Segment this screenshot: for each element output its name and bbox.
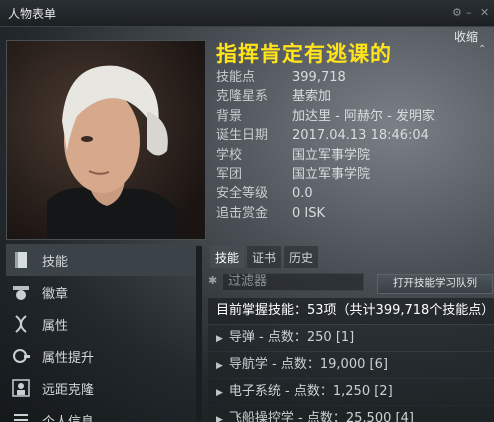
- book-icon: [10, 250, 32, 270]
- tab-bar: 技能 证书 历史: [210, 246, 321, 268]
- open-skill-queue-button[interactable]: 打开技能学习队列: [377, 274, 493, 294]
- info-value[interactable]: 国立军事学院: [292, 146, 370, 165]
- info-label: 背景: [216, 108, 243, 124]
- info-value[interactable]: 国立军事学院: [292, 165, 370, 184]
- info-label: 安全等级: [216, 186, 269, 202]
- window-title: 人物表单: [8, 7, 57, 21]
- sidebar-item-skills[interactable]: 技能: [6, 244, 198, 276]
- list-item[interactable]: ▶ 导弹 - 点数：250 [1]: [208, 325, 494, 351]
- info-value: 2017.04.13 18:46:04: [292, 128, 429, 144]
- info-value: 399,718: [292, 70, 346, 85]
- chevron-up-icon[interactable]: ⌃: [478, 44, 486, 55]
- clone-icon: [10, 378, 32, 398]
- close-icon[interactable]: ✕: [480, 6, 489, 19]
- implant-icon: [10, 346, 32, 366]
- sidebar-item-label: 远距克隆: [42, 382, 95, 398]
- info-row-corporation: 军团 国立军事学院: [216, 165, 435, 184]
- sidebar-item-label: 属性提升: [42, 350, 95, 366]
- filter-input[interactable]: 过滤器: [222, 273, 364, 291]
- info-row-clone-system: 克隆星系 基索加: [216, 87, 435, 106]
- gear-icon[interactable]: ✱: [208, 274, 217, 287]
- minimize-icon[interactable]: –: [466, 6, 472, 19]
- info-row-birthdate: 诞生日期 2017.04.13 18:46:04: [216, 126, 435, 145]
- settings-icon[interactable]: ⚙: [452, 6, 462, 19]
- sidebar-item-jump-clones[interactable]: 远距克隆: [6, 372, 198, 404]
- expand-triangle-icon: ▶: [216, 388, 223, 398]
- info-row-security-status: 安全等级 0.0: [216, 184, 435, 203]
- sidebar-item-label: 属性: [42, 318, 69, 334]
- expand-triangle-icon: ▶: [216, 415, 223, 422]
- list-item-label: 飞船操控学 - 点数：25,500 [4]: [228, 411, 414, 422]
- expand-triangle-icon: ▶: [216, 361, 223, 371]
- info-label: 军团: [216, 167, 243, 183]
- list-item-label: 导航学 - 点数：19,000 [6]: [228, 357, 388, 372]
- character-sheet-window: 人物表单 ⚙ – ✕ 收缩 ⌃ 指挥肯定有逃课的 技能点 399,718 克隆星…: [0, 0, 494, 422]
- list-item[interactable]: ▶ 飞船操控学 - 点数：25,500 [4]: [208, 406, 494, 422]
- info-label: 诞生日期: [216, 128, 269, 144]
- info-value: 加达里 - 阿赫尔 - 发明家: [292, 108, 435, 124]
- sidebar: 技能 徽章 属性 属性提升 远距克隆 个人信息: [6, 244, 198, 422]
- info-label: 克隆星系: [216, 89, 269, 105]
- sidebar-item-personal-info[interactable]: 个人信息: [6, 404, 198, 422]
- info-icon: [10, 410, 32, 422]
- info-label: 追击赏金: [216, 205, 269, 221]
- title-bar[interactable]: 人物表单 ⚙ – ✕: [0, 0, 494, 27]
- sidebar-item-augmentations[interactable]: 属性提升: [6, 340, 198, 372]
- collapse-button[interactable]: 收缩: [454, 28, 478, 45]
- info-label: 技能点: [216, 70, 256, 85]
- info-value[interactable]: 基索加: [292, 87, 331, 106]
- skills-summary: 目前掌握技能：53项（共计399,718个技能点）: [208, 298, 494, 324]
- info-row-skillpoints: 技能点 399,718: [216, 68, 435, 87]
- sidebar-item-attributes[interactable]: 属性: [6, 308, 198, 340]
- info-row-bounty: 追击赏金 0 ISK: [216, 204, 435, 223]
- info-value: 0.0: [292, 186, 313, 202]
- tab-history[interactable]: 历史: [284, 246, 319, 268]
- sidebar-item-medals[interactable]: 徽章: [6, 276, 198, 308]
- character-portrait: [6, 40, 206, 240]
- skills-list: 目前掌握技能：53项（共计399,718个技能点） ▶ 导弹 - 点数：250 […: [208, 298, 494, 422]
- list-item-label: 电子系统 - 点数：1,250 [2]: [228, 384, 393, 399]
- info-row-background: 背景 加达里 - 阿赫尔 - 发明家: [216, 107, 435, 126]
- list-item[interactable]: ▶ 电子系统 - 点数：1,250 [2]: [208, 379, 494, 405]
- character-name: 指挥肯定有逃课的: [216, 42, 392, 66]
- sidebar-item-label: 徽章: [42, 286, 69, 302]
- character-info: 技能点 399,718 克隆星系 基索加 背景 加达里 - 阿赫尔 - 发明家 诞生日…: [216, 68, 435, 223]
- tab-skills[interactable]: 技能: [210, 246, 245, 268]
- sidebar-item-label: 技能: [42, 254, 69, 270]
- info-row-school: 学校 国立军事学院: [216, 146, 435, 165]
- expand-triangle-icon: ▶: [216, 334, 223, 344]
- dna-icon: [10, 314, 32, 334]
- sidebar-scrollbar[interactable]: [196, 246, 202, 422]
- info-label: 学校: [216, 147, 243, 163]
- tab-certificates[interactable]: 证书: [247, 246, 282, 268]
- list-item-label: 导弹 - 点数：250 [1]: [228, 330, 355, 345]
- list-item[interactable]: ▶ 导航学 - 点数：19,000 [6]: [208, 352, 494, 378]
- sidebar-item-label: 个人信息: [42, 414, 95, 422]
- medal-icon: [10, 282, 32, 302]
- info-value: 0 ISK: [292, 205, 326, 221]
